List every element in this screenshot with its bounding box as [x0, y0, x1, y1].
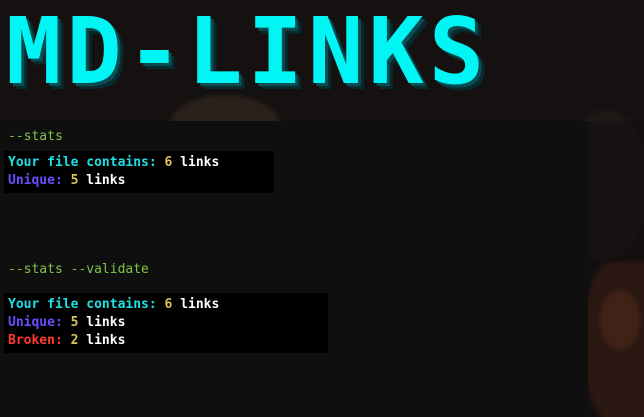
ascii-banner: MD-LINKS — [0, 0, 644, 110]
total-label: Your file contains: — [8, 297, 157, 312]
total-unit: links — [180, 297, 220, 312]
banner-title: MD-LINKS — [6, 0, 490, 105]
validate-output-box: Your file contains: 6 links Unique: 5 li… — [4, 293, 328, 353]
broken-label: Broken: — [8, 333, 63, 348]
stats-total-line: Your file contains: 6 links — [8, 154, 270, 172]
unique-value: 5 — [70, 173, 79, 188]
terminal-edge — [588, 121, 644, 417]
unique-label: Unique: — [8, 173, 63, 188]
validate-total-line: Your file contains: 6 links — [8, 296, 324, 314]
broken-unit: links — [86, 333, 126, 348]
unique-unit: links — [86, 315, 126, 330]
command-stats-validate: --stats --validate — [8, 262, 149, 277]
total-label: Your file contains: — [8, 155, 157, 170]
stats-unique-line: Unique: 5 links — [8, 172, 270, 190]
stats-output-box: Your file contains: 6 links Unique: 5 li… — [4, 151, 274, 193]
total-unit: links — [180, 155, 220, 170]
validate-unique-line: Unique: 5 links — [8, 314, 324, 332]
unique-unit: links — [86, 173, 126, 188]
unique-value: 5 — [70, 315, 79, 330]
total-value: 6 — [164, 155, 173, 170]
validate-broken-line: Broken: 2 links — [8, 332, 324, 350]
broken-value: 2 — [70, 333, 79, 348]
terminal-output[interactable]: --stats Your file contains: 6 links Uniq… — [0, 121, 588, 417]
unique-label: Unique: — [8, 315, 63, 330]
command-stats: --stats — [8, 129, 63, 144]
total-value: 6 — [164, 297, 173, 312]
